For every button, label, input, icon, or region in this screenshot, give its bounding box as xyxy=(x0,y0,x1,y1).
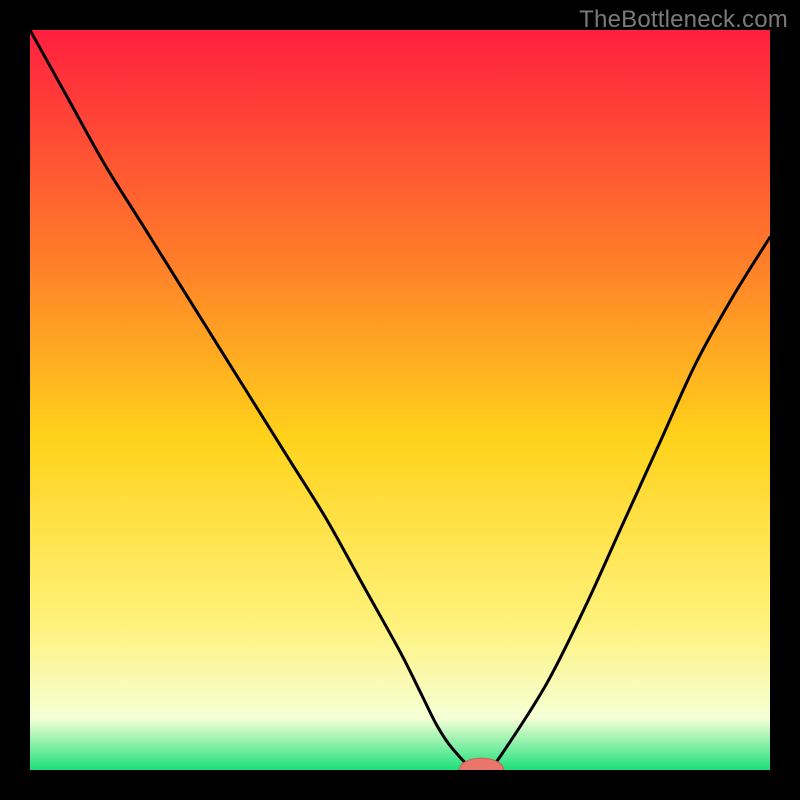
attribution-label: TheBottleneck.com xyxy=(579,6,788,34)
plot-area xyxy=(30,30,770,770)
chart-svg xyxy=(30,30,770,770)
gradient-background xyxy=(30,30,770,770)
chart-container: TheBottleneck.com xyxy=(0,0,800,800)
